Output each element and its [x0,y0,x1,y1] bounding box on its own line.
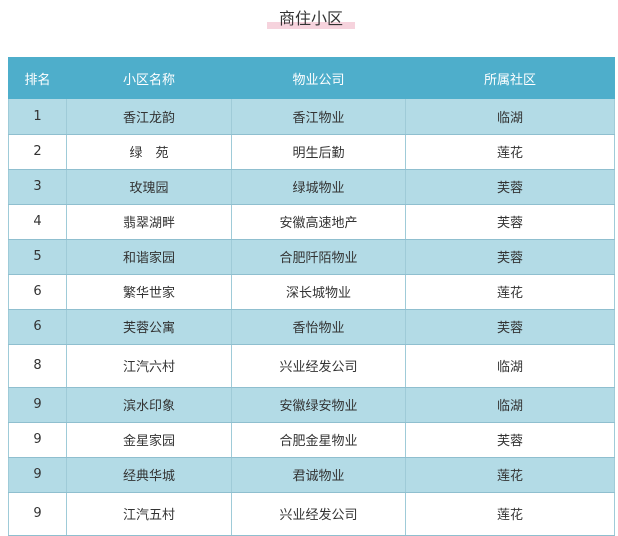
cell-district: 芙蓉 [405,309,615,345]
cell-property-company: 合肥阡陌物业 [231,239,406,275]
table-row: 2 绿 苑 明生后勤 莲花 [8,134,615,170]
header-property-company: 物业公司 [231,57,406,99]
cell-district: 莲花 [405,274,615,310]
ranking-table: 排名 小区名称 物业公司 所属社区 1 香江龙韵 香江物业 临湖 2 绿 苑 明… [8,57,615,536]
table-row: 5 和谐家园 合肥阡陌物业 芙蓉 [8,239,615,275]
table-row: 1 香江龙韵 香江物业 临湖 [8,99,615,135]
cell-rank: 2 [8,134,67,170]
cell-district: 芙蓉 [405,204,615,240]
cell-district: 莲花 [405,457,615,493]
table-row: 8 江汽六村 兴业经发公司 临湖 [8,344,615,388]
table-row: 4 翡翠湖畔 安徽高速地产 芙蓉 [8,204,615,240]
header-community-name: 小区名称 [66,57,232,99]
cell-rank: 5 [8,239,67,275]
cell-community-name: 玫瑰园 [66,169,232,205]
cell-property-company: 香江物业 [231,99,406,135]
table-row: 6 繁华世家 深长城物业 莲花 [8,274,615,310]
cell-community-name: 翡翠湖畔 [66,204,232,240]
header-district: 所属社区 [405,57,615,99]
table-row: 6 芙蓉公寓 香怡物业 芙蓉 [8,309,615,345]
cell-district: 芙蓉 [405,169,615,205]
cell-property-company: 绿城物业 [231,169,406,205]
header-rank: 排名 [8,57,67,99]
cell-rank: 6 [8,274,67,310]
cell-rank: 8 [8,344,67,388]
cell-district: 临湖 [405,344,615,388]
cell-community-name: 芙蓉公寓 [66,309,232,345]
cell-district: 莲花 [405,134,615,170]
cell-property-company: 安徽绿安物业 [231,387,406,423]
cell-property-company: 深长城物业 [231,274,406,310]
cell-property-company: 安徽高速地产 [231,204,406,240]
cell-community-name: 滨水印象 [66,387,232,423]
table-row: 9 金星家园 合肥金星物业 芙蓉 [8,422,615,458]
table-header-row: 排名 小区名称 物业公司 所属社区 [8,57,615,99]
table-row: 3 玫瑰园 绿城物业 芙蓉 [8,169,615,205]
page-title: 商住小区 [267,7,355,31]
cell-rank: 6 [8,309,67,345]
cell-rank: 9 [8,457,67,493]
cell-rank: 4 [8,204,67,240]
cell-district: 芙蓉 [405,422,615,458]
cell-district: 芙蓉 [405,239,615,275]
table-row: 9 经典华城 君诚物业 莲花 [8,457,615,493]
cell-district: 临湖 [405,99,615,135]
cell-rank: 9 [8,387,67,423]
cell-property-company: 香怡物业 [231,309,406,345]
cell-district: 临湖 [405,387,615,423]
cell-community-name: 和谐家园 [66,239,232,275]
cell-property-company: 明生后勤 [231,134,406,170]
cell-community-name: 繁华世家 [66,274,232,310]
title-area: 商住小区 [0,0,618,56]
cell-community-name: 经典华城 [66,457,232,493]
cell-rank: 3 [8,169,67,205]
cell-property-company: 合肥金星物业 [231,422,406,458]
cell-rank: 1 [8,99,67,135]
table-row: 9 滨水印象 安徽绿安物业 临湖 [8,387,615,423]
cell-community-name: 金星家园 [66,422,232,458]
cell-community-name: 香江龙韵 [66,99,232,135]
cell-property-company: 君诚物业 [231,457,406,493]
cell-property-company: 兴业经发公司 [231,344,406,388]
cell-community-name: 绿 苑 [66,134,232,170]
cell-rank: 9 [8,422,67,458]
cell-community-name: 江汽六村 [66,344,232,388]
